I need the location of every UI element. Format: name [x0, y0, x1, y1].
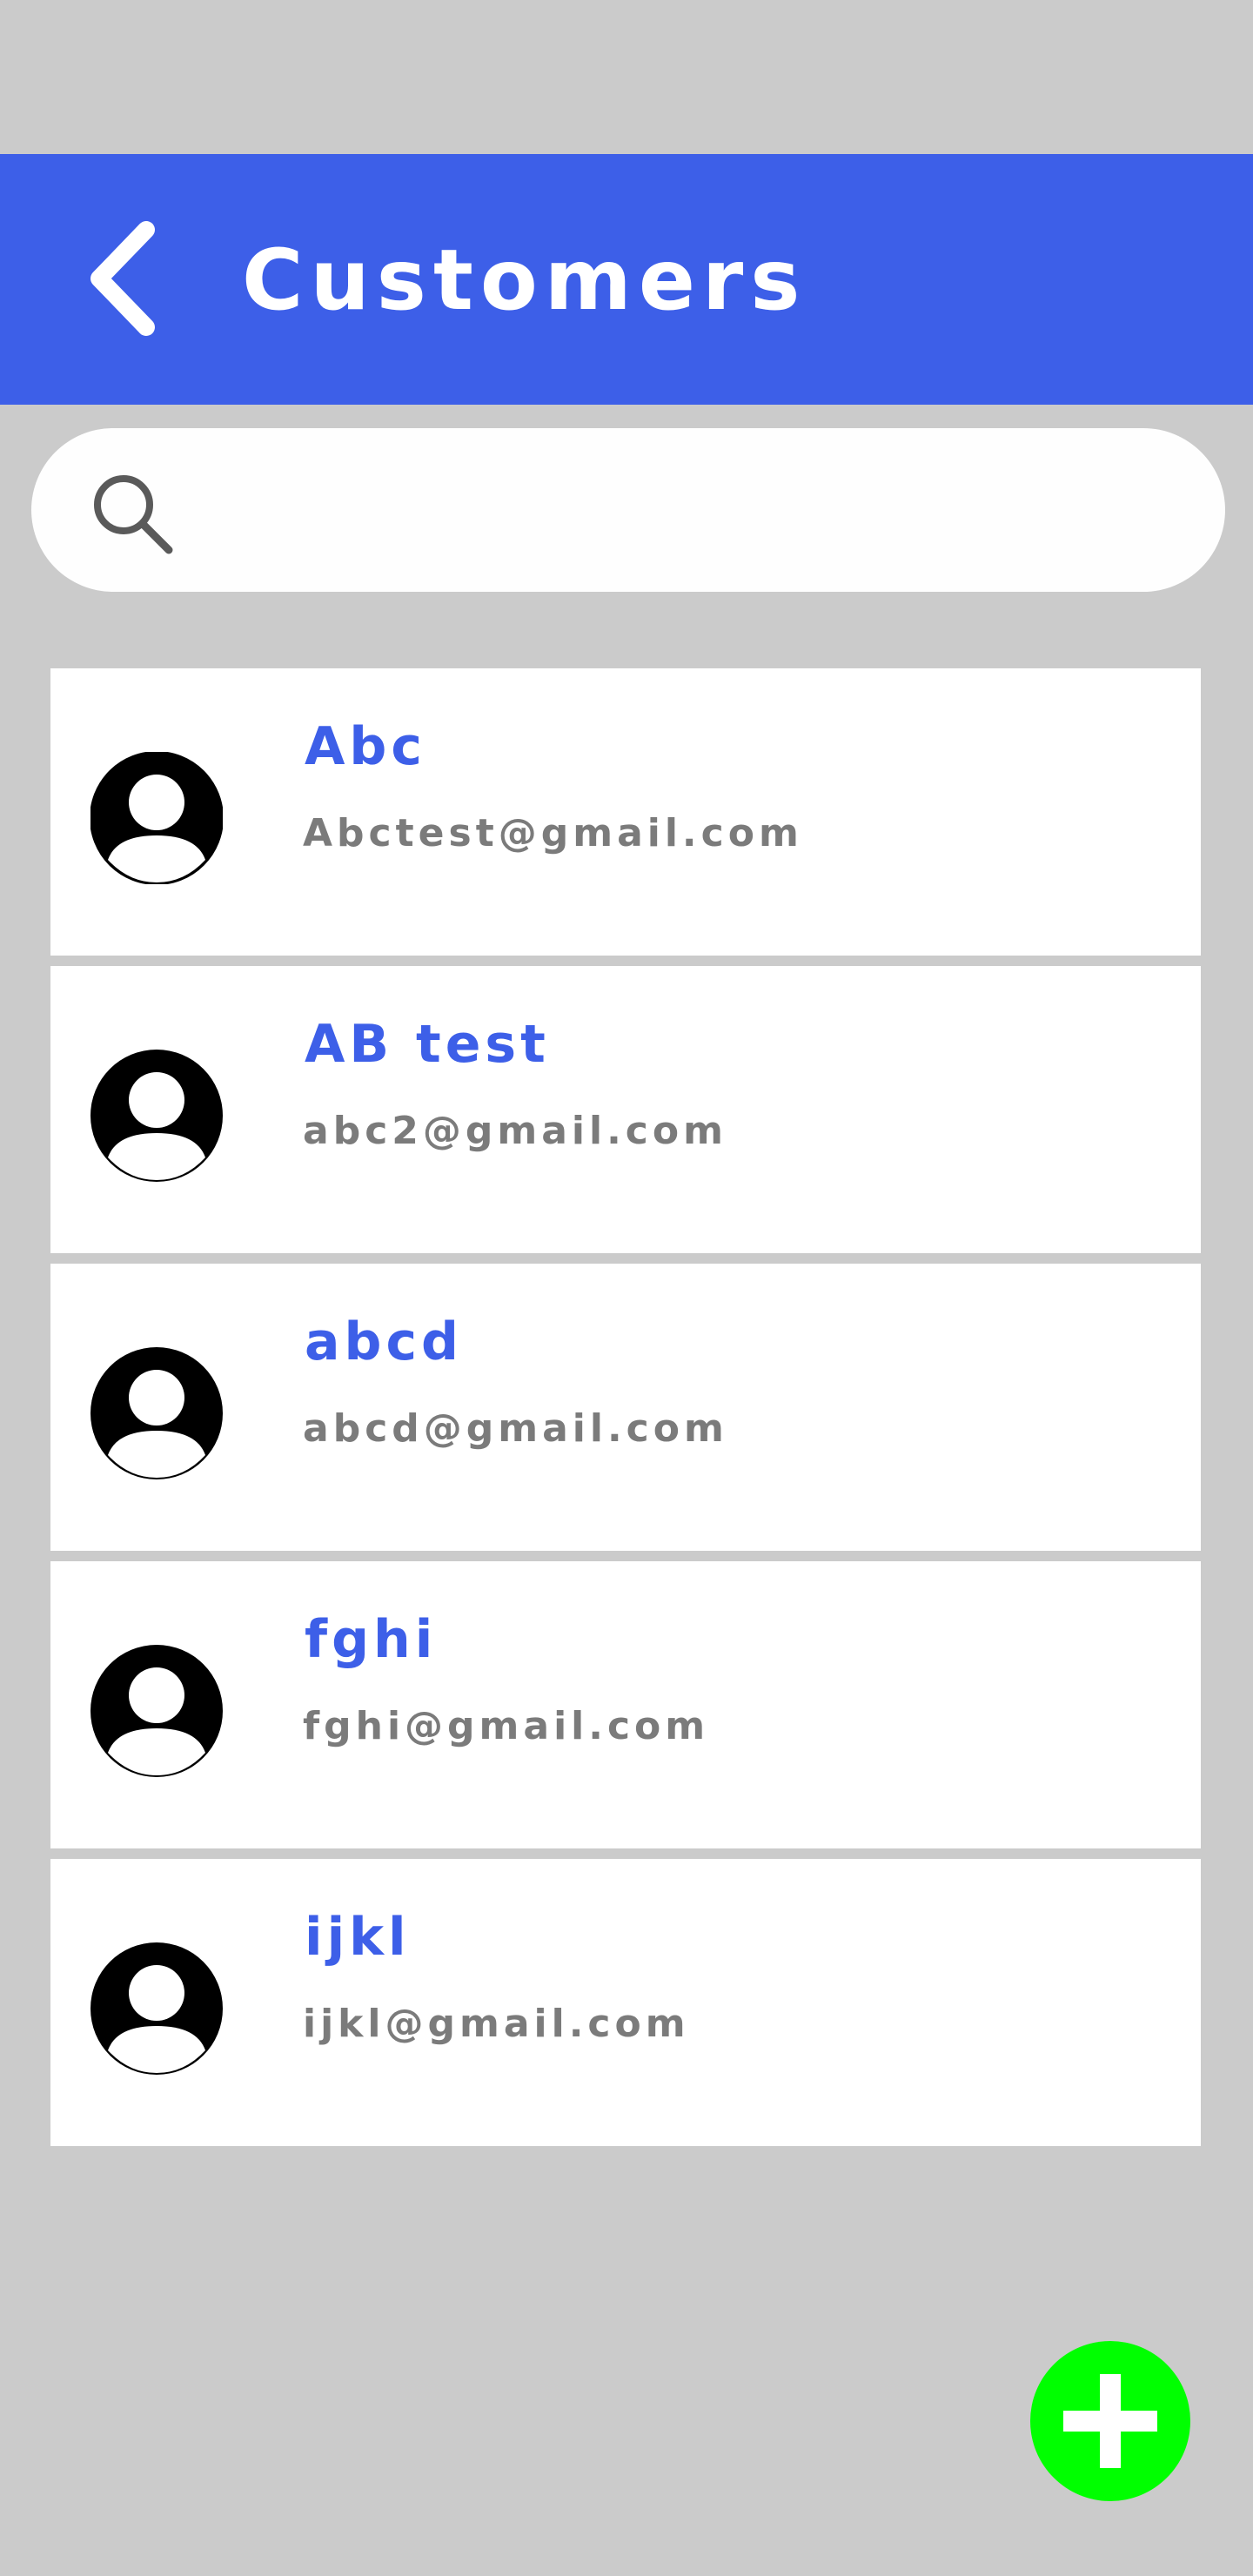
- customer-email: ijkl@gmail.com: [303, 2002, 690, 2046]
- customer-name: Abc: [305, 716, 426, 777]
- list-item[interactable]: AB test abc2@gmail.com: [50, 966, 1201, 1253]
- plus-icon: [1063, 2374, 1157, 2468]
- list-item[interactable]: abcd abcd@gmail.com: [50, 1264, 1201, 1551]
- customer-email: abc2@gmail.com: [303, 1109, 727, 1153]
- customer-name: fghi: [305, 1609, 438, 1670]
- avatar-icon: [90, 1645, 223, 1777]
- customer-name: AB test: [305, 1014, 550, 1075]
- avatar-icon: [90, 1942, 223, 2075]
- back-button[interactable]: [87, 218, 165, 339]
- customer-name: ijkl: [305, 1907, 411, 1968]
- customer-email: Abctest@gmail.com: [303, 811, 803, 855]
- add-customer-button[interactable]: [1030, 2341, 1190, 2501]
- list-item[interactable]: ijkl ijkl@gmail.com: [50, 1859, 1201, 2146]
- chevron-left-icon: [90, 221, 155, 336]
- customers-screen: Customers Abc Abctest@gmail.com AB test …: [0, 0, 1253, 2576]
- customer-email: fghi@gmail.com: [303, 1704, 710, 1748]
- search-input[interactable]: [31, 428, 1225, 592]
- customer-name: abcd: [305, 1311, 463, 1372]
- list-item[interactable]: Abc Abctest@gmail.com: [50, 668, 1201, 956]
- avatar-icon: [90, 1050, 223, 1182]
- avatar-icon: [90, 752, 223, 884]
- page-title: Customers: [242, 231, 807, 329]
- avatar-icon: [90, 1347, 223, 1479]
- search-icon[interactable]: [89, 470, 176, 557]
- customer-email: abcd@gmail.com: [303, 1406, 728, 1451]
- list-item[interactable]: fghi fghi@gmail.com: [50, 1561, 1201, 1848]
